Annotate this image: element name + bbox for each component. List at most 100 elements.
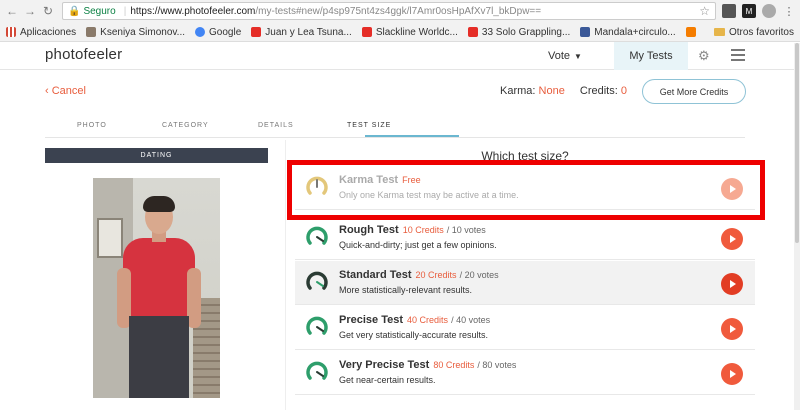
option-rough-test[interactable]: Rough Test 10 Credits / 10 votes Quick-an… xyxy=(295,216,755,260)
menu-dots-icon[interactable]: ⋮ xyxy=(782,4,796,18)
option-title: Rough Test 10 Credits / 10 votes xyxy=(339,224,486,236)
option-title-text: Very Precise Test xyxy=(339,359,430,371)
gauge-icon xyxy=(306,226,328,245)
gauge-icon xyxy=(306,316,328,335)
logo[interactable]: photofeeler xyxy=(45,46,122,63)
step-category[interactable]: CATEGORY xyxy=(162,122,209,129)
back-icon[interactable]: ← xyxy=(4,3,20,19)
option-title-text: Rough Test xyxy=(339,224,399,236)
option-title: Standard Test 20 Credits / 20 votes xyxy=(339,269,499,281)
option-description: More statistically-relevant results. xyxy=(339,285,473,295)
gauge-icon xyxy=(306,361,328,380)
bookmark-star-icon[interactable]: ☆ xyxy=(699,4,710,18)
karma-value: None xyxy=(538,85,565,97)
bookmark-favicon xyxy=(86,27,97,37)
step-details[interactable]: DETAILS xyxy=(258,122,294,129)
app-navbar: photofeeler Vote ▼ My Tests ⚙ xyxy=(0,42,800,70)
photo-hair xyxy=(143,196,175,212)
my-tests-tab[interactable]: My Tests xyxy=(614,42,688,70)
cancel-link[interactable]: ‹ Cancel xyxy=(45,85,86,97)
facebook-favicon xyxy=(580,27,591,37)
column-divider xyxy=(285,140,286,410)
get-more-credits-button[interactable]: Get More Credits xyxy=(642,79,746,104)
blogger-favicon xyxy=(685,27,696,37)
photo-pants xyxy=(129,316,189,398)
option-votes: / 40 votes xyxy=(451,315,491,325)
option-description: Get near-certain results. xyxy=(339,375,436,385)
option-cost: 80 Credits xyxy=(433,360,475,370)
step-photo[interactable]: PHOTO xyxy=(77,122,107,129)
option-very-precise-test[interactable]: Very Precise Test 80 Credits / 80 votes G… xyxy=(295,351,755,395)
url-separator: | xyxy=(123,5,127,17)
cancel-label: Cancel xyxy=(51,85,86,97)
address-row: ← → ↻ 🔒 Seguro | https://www.photofeeler… xyxy=(0,0,800,22)
address-bar[interactable]: 🔒 Seguro | https://www.photofeeler.com /… xyxy=(62,2,716,20)
forward-icon[interactable]: → xyxy=(22,3,38,19)
photo-shirt xyxy=(123,238,195,318)
wizard-steps: PHOTO CATEGORY DETAILS TEST SIZE xyxy=(45,118,745,138)
extension-icon[interactable] xyxy=(722,4,736,18)
gear-icon[interactable]: ⚙ xyxy=(698,48,710,64)
youtube-favicon xyxy=(361,27,372,37)
option-title-text: Standard Test xyxy=(339,269,412,281)
option-precise-test[interactable]: Precise Test 40 Credits / 40 votes Get ve… xyxy=(295,306,755,350)
page-scrollbar[interactable] xyxy=(794,43,800,410)
extension-icon[interactable] xyxy=(762,4,776,18)
play-arrow-icon[interactable] xyxy=(721,363,743,385)
caret-down-icon: ▼ xyxy=(574,51,582,61)
bookmark-item[interactable]: 33 Solo Grappling... xyxy=(467,27,570,38)
play-arrow-icon[interactable] xyxy=(721,273,743,295)
other-bookmarks[interactable]: Otros favoritos xyxy=(713,26,794,38)
play-arrow-icon[interactable] xyxy=(721,318,743,340)
option-description: Quick-and-dirty; just get a few opinions… xyxy=(339,240,497,250)
vote-label: Vote xyxy=(548,50,571,62)
bookmark-item[interactable]: Slackline Worldc... xyxy=(361,26,458,38)
option-title-text: Precise Test xyxy=(339,314,404,326)
photo-picture-frame xyxy=(97,218,123,258)
bookmark-label: Slackline Worldc... xyxy=(375,26,458,38)
play-arrow-icon[interactable] xyxy=(721,228,743,250)
reload-icon[interactable]: ↻ xyxy=(40,3,56,19)
karma-label: Karma: xyxy=(500,85,536,97)
scrollbar-thumb[interactable] xyxy=(795,43,799,243)
bookmark-item[interactable]: Google xyxy=(195,27,241,38)
option-cost: 20 Credits xyxy=(415,270,457,280)
bookmark-item[interactable] xyxy=(685,27,700,37)
red-highlight-box xyxy=(287,160,765,220)
active-step-indicator xyxy=(365,135,459,137)
secure-label: Seguro xyxy=(83,5,116,17)
bookmark-label: Kseniya Simonov... xyxy=(100,26,186,38)
bookmark-item[interactable]: Juan y Lea Tsuna... xyxy=(251,27,352,38)
youtube-favicon xyxy=(467,27,478,37)
credits-value: 0 xyxy=(620,85,627,97)
bookmark-label: Google xyxy=(209,26,242,38)
bookmark-label: Juan y Lea Tsuna... xyxy=(265,26,352,38)
karma-credits-summary: Karma: None Credits: 0 xyxy=(500,85,627,97)
hamburger-menu-icon[interactable] xyxy=(731,49,745,64)
option-description: Get very statistically-accurate results. xyxy=(339,330,489,340)
bookmark-item[interactable]: Kseniya Simonov... xyxy=(86,27,185,38)
option-title: Very Precise Test 80 Credits / 80 votes xyxy=(339,359,516,371)
step-test-size[interactable]: TEST SIZE xyxy=(347,122,391,129)
credits-label: Credits: xyxy=(579,85,618,97)
option-standard-test[interactable]: Standard Test 20 Credits / 20 votes More … xyxy=(295,261,755,305)
bookmarks-bar: Aplicaciones Kseniya Simonov... Google J… xyxy=(0,22,800,42)
option-votes: / 10 votes xyxy=(446,225,486,235)
google-favicon xyxy=(195,27,206,37)
option-votes: / 20 votes xyxy=(459,270,499,280)
url-path: /my-tests#new/p4sp975nt4zs4ggk/l7Amr0osH… xyxy=(255,5,542,17)
gauge-icon xyxy=(306,271,328,290)
category-banner: DATING xyxy=(45,148,268,163)
vote-dropdown[interactable]: Vote ▼ xyxy=(548,42,582,70)
other-bookmarks-label: Otros favoritos xyxy=(728,26,794,38)
youtube-favicon xyxy=(251,27,262,37)
uploaded-photo xyxy=(93,178,220,398)
bookmark-apps[interactable]: Aplicaciones xyxy=(6,27,76,38)
apps-grid-icon xyxy=(6,27,16,37)
option-title: Precise Test 40 Credits / 40 votes xyxy=(339,314,490,326)
bookmark-item[interactable]: Mandala+circulo... xyxy=(580,27,676,38)
option-cost: 40 Credits xyxy=(407,315,449,325)
gmail-extension-icon[interactable]: M xyxy=(742,4,756,18)
option-cost: 10 Credits xyxy=(402,225,444,235)
url-domain: https://www.photofeeler.com xyxy=(130,5,256,17)
